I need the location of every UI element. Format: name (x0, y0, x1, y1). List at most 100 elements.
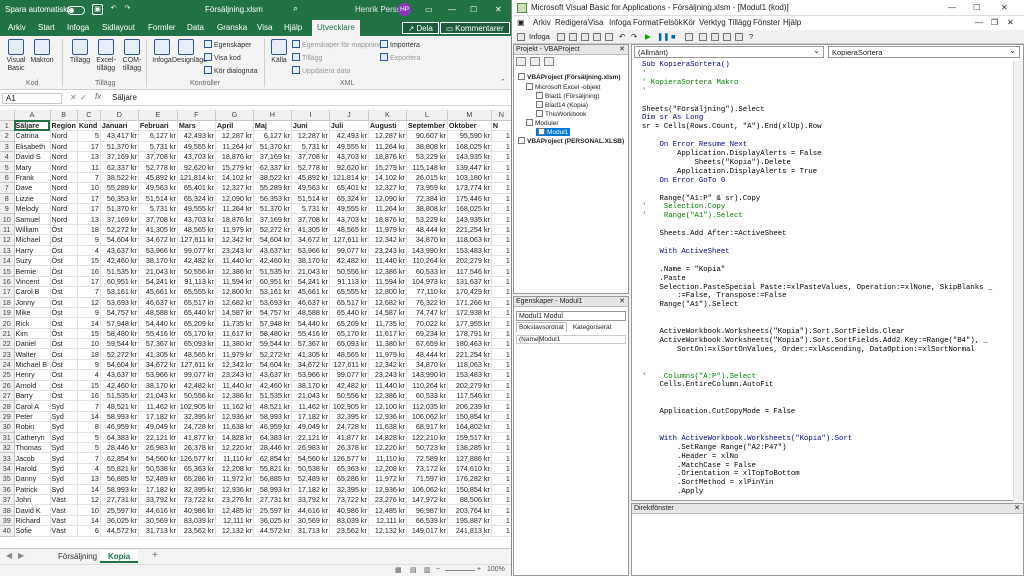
cell[interactable]: 1 (491, 452, 511, 464)
cell[interactable]: 32,395 kr (329, 411, 369, 423)
zoom-out-icon[interactable]: − (436, 566, 440, 573)
ribbon-display-icon[interactable]: ▭ (425, 5, 433, 14)
cell[interactable]: 18,876 kr (215, 151, 254, 163)
cell[interactable]: 18,876 kr (215, 213, 254, 225)
cell[interactable]: 12 (77, 494, 101, 506)
row-header[interactable]: 23 (0, 348, 15, 360)
redo-icon[interactable]: ↷ (631, 32, 637, 41)
macros-button[interactable]: Makron (30, 39, 54, 65)
cell[interactable]: 14,828 kr (368, 432, 407, 444)
code-line[interactable]: ' (642, 70, 646, 78)
cell[interactable]: Arnold (14, 380, 51, 392)
cell[interactable]: 51,370 kr (100, 203, 139, 215)
cell[interactable]: 48,521 kr (253, 400, 292, 412)
zoom-in-icon[interactable]: + (477, 566, 481, 573)
column-header[interactable]: G (215, 110, 254, 121)
row-header[interactable]: 38 (0, 504, 15, 516)
cell[interactable]: Syd (50, 421, 78, 433)
cell[interactable]: 37,169 kr (100, 213, 139, 225)
cell[interactable]: Elisabeth (14, 141, 51, 153)
cell[interactable]: 23,276 kr (215, 494, 254, 506)
next-sheet-icon[interactable]: ▶ (18, 551, 24, 560)
immediate-close-icon[interactable]: ✕ (1014, 504, 1020, 514)
cell[interactable]: 65,324 kr (177, 193, 216, 205)
cell[interactable]: 5,731 kr (138, 141, 178, 153)
cell[interactable]: 99,077 kr (329, 369, 369, 381)
cell[interactable]: Patrick (14, 484, 51, 495)
cell[interactable]: 12,386 kr (215, 265, 254, 277)
cell[interactable]: 12,111 kr (215, 515, 254, 527)
tree-excel-objects[interactable]: Microsoft Excel -objekt (526, 83, 600, 91)
normal-view-icon[interactable]: ▦ (395, 566, 402, 574)
export-button[interactable]: Exportera (380, 53, 420, 62)
cell[interactable]: Syd (50, 463, 78, 475)
cell[interactable]: Carol B (14, 286, 51, 298)
code-line[interactable]: Application.DisplayAlerts = True (642, 168, 817, 176)
cell[interactable]: Öst (50, 317, 78, 329)
code-line[interactable]: Sheets("Försäljning").Select (642, 106, 765, 114)
column-header[interactable]: A (14, 110, 51, 121)
cell[interactable]: 5 (77, 130, 101, 142)
tab-start[interactable]: Start (38, 23, 55, 32)
row-header[interactable]: 21 (0, 328, 15, 340)
code-line[interactable]: :=False, Transpose:=False (642, 292, 787, 300)
cell[interactable]: 53,966 kr (138, 245, 178, 256)
cell[interactable]: Thomas (14, 442, 51, 454)
cell[interactable]: William (14, 224, 51, 236)
cell[interactable]: 65,093 kr (177, 338, 216, 350)
cell[interactable]: 13 (77, 213, 101, 225)
redo-icon[interactable]: ↷ (122, 4, 133, 15)
cell[interactable]: 34,870 kr (406, 234, 448, 246)
cell[interactable]: John (14, 494, 51, 506)
cell[interactable]: 11,110 kr (215, 452, 254, 464)
cell[interactable]: 23,243 kr (368, 245, 407, 256)
cell[interactable]: 153,483 kr (447, 369, 492, 381)
cell[interactable]: 95,590 kr (447, 130, 492, 142)
cell[interactable]: 91,113 kr (177, 276, 216, 288)
properties-window-icon[interactable] (711, 33, 719, 41)
cell[interactable]: 40,986 kr (329, 504, 369, 516)
cell[interactable]: 74,747 kr (406, 307, 448, 319)
cell[interactable]: 1 (491, 484, 511, 495)
cell[interactable]: Robin (14, 421, 51, 433)
row-header[interactable]: 19 (0, 307, 15, 319)
project-close-icon[interactable]: ✕ (619, 45, 625, 55)
cell[interactable]: 5 (77, 442, 101, 454)
cell[interactable]: 45,661 kr (291, 286, 330, 298)
cell[interactable]: 11,617 kr (215, 328, 254, 340)
cell[interactable]: 5,731 kr (291, 203, 330, 215)
code-line[interactable]: Application.CutCopyMode = False (642, 408, 796, 416)
tree-modules[interactable]: Moduler (526, 119, 558, 127)
cell[interactable]: 12,800 kr (368, 286, 407, 298)
cell[interactable]: Juli (329, 120, 369, 132)
cell[interactable]: 11,979 kr (368, 224, 407, 236)
code-line[interactable]: ActiveWorkbook.Worksheets("Kopia").Sort.… (642, 337, 988, 345)
cell[interactable]: 41,305 kr (291, 224, 330, 236)
find-icon[interactable] (605, 33, 613, 41)
cell[interactable]: 164,802 kr (447, 421, 492, 433)
cell[interactable]: 1 (491, 151, 511, 163)
cell[interactable]: 1 (491, 193, 511, 205)
cell[interactable]: 11,979 kr (215, 348, 254, 360)
cell[interactable]: 112,035 kr (406, 400, 448, 412)
cell[interactable]: 65,517 kr (177, 297, 216, 308)
cell[interactable]: Nord (50, 141, 78, 153)
row-header[interactable]: 31 (0, 432, 15, 444)
cell[interactable]: 17 (77, 276, 101, 288)
cell[interactable]: 21,043 kr (291, 265, 330, 277)
cell[interactable]: 53,966 kr (291, 369, 330, 381)
cell[interactable]: 12,485 kr (368, 504, 407, 516)
code-scrollbar[interactable] (1013, 61, 1023, 501)
cell[interactable]: 12,208 kr (215, 463, 254, 475)
cell[interactable]: Region (50, 120, 78, 132)
cell[interactable]: 49,563 kr (138, 182, 178, 194)
cell[interactable]: 14 (77, 515, 101, 527)
cell[interactable]: Augusti (368, 120, 407, 132)
cell[interactable]: 174,610 kr (447, 463, 492, 475)
menu-format[interactable]: Format (633, 18, 658, 27)
row-header[interactable]: 10 (0, 213, 15, 225)
cell[interactable]: Oktober (447, 120, 492, 132)
row-header[interactable]: 37 (0, 494, 15, 506)
code-line[interactable]: With ActiveWorkbook.Worksheets("Kopia").… (642, 435, 853, 443)
zoom-level[interactable]: 100% (487, 566, 505, 573)
